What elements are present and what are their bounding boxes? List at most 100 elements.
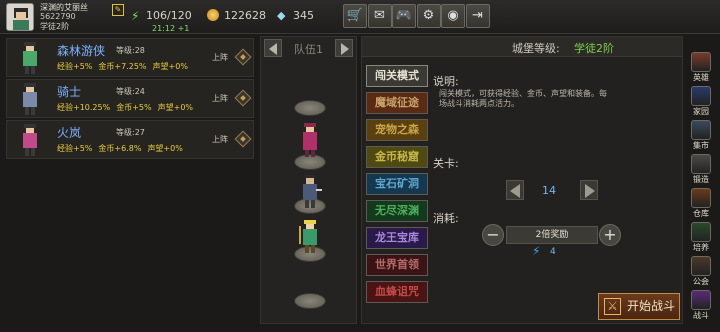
side-nav-label: 锻造	[693, 175, 709, 184]
diamond-icon[interactable]	[234, 89, 252, 107]
side-nav-item[interactable]: 锻造	[686, 154, 716, 187]
stage-prev-button[interactable]	[506, 180, 524, 200]
castle-level-label: 城堡等级:	[512, 42, 560, 55]
nav-icon	[691, 154, 711, 174]
hero-name: 骑士	[57, 85, 82, 99]
hero-bonus-item: 声望+0%	[147, 144, 183, 153]
hero-bonus-item: 经验+10.25%	[57, 103, 111, 112]
color-wheel-button[interactable]: ◉	[441, 4, 465, 28]
nav-icon	[691, 188, 711, 208]
hero-row[interactable]: 森林游侠 等级:28 经验+5% 金币+7.25% 声望+0% 上阵	[6, 38, 254, 77]
shop-cart-button[interactable]: 🛒	[343, 4, 367, 28]
side-nav-item[interactable]: 集市	[686, 120, 716, 153]
hero-level: 等级:28	[116, 46, 145, 55]
gear-icon: ⚙	[422, 8, 435, 23]
hero-level: 等级:24	[116, 87, 145, 96]
hero-level: 等级:27	[116, 128, 145, 137]
hero-portrait	[13, 82, 47, 116]
team-hero-fire-mage[interactable]	[298, 123, 322, 157]
mode-tab[interactable]: 闯关模式	[366, 65, 428, 87]
side-nav-item[interactable]: 培养	[686, 222, 716, 255]
hero-bonus: 经验+5% 金币+7.25% 声望+0%	[57, 61, 194, 72]
gold-value: 122628	[224, 9, 266, 22]
nav-icon	[691, 52, 711, 72]
energy-bolt-icon: ⚡	[532, 244, 541, 258]
nav-icon	[691, 222, 711, 242]
mode-tab[interactable]: 世界首领	[366, 254, 428, 276]
gem-value: 345	[293, 9, 314, 22]
hero-bonus-item: 经验+5%	[57, 144, 93, 153]
mode-tab[interactable]: 无尽深渊	[366, 200, 428, 222]
side-nav-label: 英雄	[693, 73, 709, 82]
stage-next-button[interactable]	[580, 180, 598, 200]
castle-level-bar: 城堡等级: 学徒2阶	[362, 37, 682, 57]
side-nav-label: 战斗	[693, 311, 709, 320]
diamond-icon[interactable]	[234, 130, 252, 148]
settings-button[interactable]: ⚙	[416, 4, 441, 28]
hero-name: 森林游侠	[57, 44, 106, 58]
side-nav-label: 培养	[693, 243, 709, 252]
start-battle-button[interactable]: ⚔ 开始战斗	[598, 293, 680, 320]
hero-bonus-item: 声望+0%	[152, 62, 188, 71]
side-nav-label: 家园	[693, 107, 709, 116]
mode-tab[interactable]: 宝石矿洞	[366, 173, 428, 195]
side-nav-item[interactable]: 家园	[686, 86, 716, 119]
battle-panel: 城堡等级: 学徒2阶 闯关模式魔域征途宠物之森金币秘窟宝石矿洞无尽深渊龙王宝库世…	[361, 36, 683, 324]
side-nav-item[interactable]: 仓库	[686, 188, 716, 221]
diamond-icon[interactable]	[234, 48, 252, 66]
edit-icon[interactable]: ✎	[112, 4, 124, 16]
description-title: 说明:	[433, 75, 459, 88]
hero-row[interactable]: 骑士 等级:24 经验+10.25% 金币+5% 声望+0% 上阵	[6, 79, 254, 118]
start-battle-label: 开始战斗	[627, 299, 676, 313]
side-nav-label: 仓库	[693, 209, 709, 218]
player-id: 5622790	[40, 12, 76, 21]
reward-plus-button[interactable]: +	[599, 224, 621, 246]
side-nav-item[interactable]: 战斗	[686, 290, 716, 323]
hero-bonus-item: 声望+0%	[157, 103, 194, 112]
team-next-button[interactable]	[335, 39, 353, 57]
team-prev-button[interactable]	[264, 39, 282, 57]
mode-tab[interactable]: 宠物之森	[366, 119, 428, 141]
player-rank: 学徒2阶	[40, 22, 70, 31]
team-slot-5[interactable]	[294, 293, 326, 309]
exit-button[interactable]: ⇥	[465, 4, 490, 28]
hero-row[interactable]: 火岚 等级:27 经验+5% 金币+6.8% 声望+0% 上阵	[6, 120, 254, 159]
deploy-label[interactable]: 上阵	[212, 134, 228, 145]
gamepad-button[interactable]: 🎮	[392, 4, 416, 28]
cart-icon: 🛒	[346, 8, 364, 23]
mode-tab[interactable]: 血蜂诅咒	[366, 281, 428, 303]
mode-tab[interactable]: 魔域征途	[366, 92, 428, 114]
color-wheel-icon: ◉	[447, 8, 459, 23]
deploy-label[interactable]: 上阵	[212, 52, 228, 63]
side-nav-item[interactable]: 公会	[686, 256, 716, 289]
mode-tab[interactable]: 金币秘窟	[366, 146, 428, 168]
hero-bonus-item: 金币+6.8%	[98, 144, 142, 153]
cost-label: 消耗:	[433, 212, 459, 225]
gamepad-icon: 🎮	[395, 8, 413, 23]
player-avatar[interactable]	[6, 3, 34, 31]
hero-bonus-item: 金币+7.25%	[98, 62, 147, 71]
top-bar: 深渊的艾丽丝 5622790 学徒2阶 ✎ ⚡ 106/120 21:12 +1…	[0, 0, 720, 34]
exit-icon: ⇥	[472, 8, 483, 23]
hero-bonus: 经验+10.25% 金币+5% 声望+0%	[57, 102, 199, 113]
nav-icon	[691, 256, 711, 276]
hero-portrait	[13, 41, 47, 75]
side-nav-item[interactable]: 英雄	[686, 52, 716, 85]
hero-bonus-item: 金币+5%	[116, 103, 152, 112]
team-slot-1[interactable]	[294, 100, 326, 116]
deploy-label[interactable]: 上阵	[212, 93, 228, 104]
hero-portrait	[13, 123, 47, 157]
nav-icon	[691, 120, 711, 140]
team-hero-ranger[interactable]	[298, 220, 322, 254]
hero-bonus: 经验+5% 金币+6.8% 声望+0%	[57, 143, 189, 154]
stage-label: 关卡:	[433, 157, 459, 170]
hero-bonus-item: 经验+5%	[57, 62, 93, 71]
mode-tab[interactable]: 龙王宝库	[366, 227, 428, 249]
team-label: 队伍1	[294, 43, 323, 56]
crossed-swords-icon: ⚔	[604, 298, 621, 315]
reward-multiplier: 2倍奖励	[506, 226, 598, 244]
cost-value: 4	[550, 247, 556, 257]
team-hero-knight[interactable]	[298, 175, 322, 209]
mail-button[interactable]: ✉	[367, 4, 392, 28]
reward-minus-button[interactable]: −	[482, 224, 504, 246]
